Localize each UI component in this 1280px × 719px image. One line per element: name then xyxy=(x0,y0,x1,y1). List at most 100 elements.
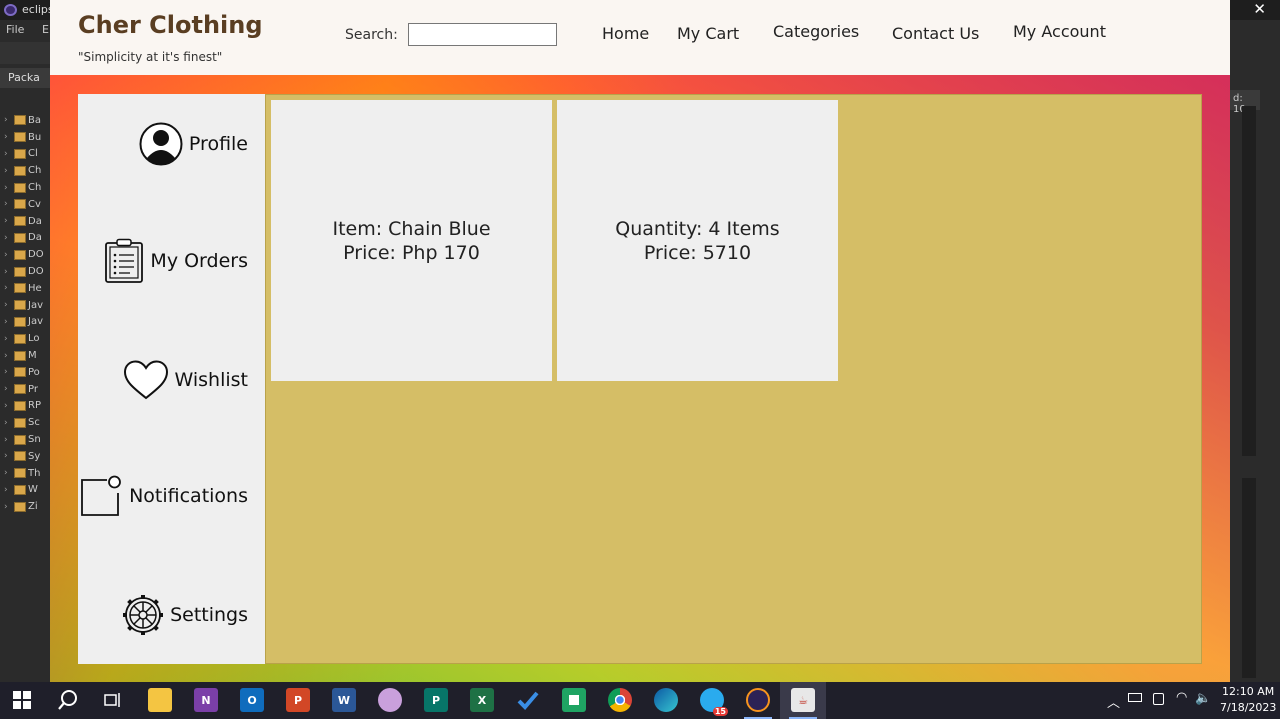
chevron-right-icon[interactable]: › xyxy=(4,267,12,277)
chevron-right-icon[interactable]: › xyxy=(4,317,12,327)
chevron-right-icon[interactable]: › xyxy=(4,435,12,445)
chevron-right-icon[interactable]: › xyxy=(4,418,12,428)
chevron-right-icon[interactable]: › xyxy=(4,401,12,411)
project-tree-item[interactable]: › W xyxy=(4,482,44,499)
chrome-icon[interactable] xyxy=(608,688,632,712)
publisher-icon[interactable]: P xyxy=(424,688,448,712)
project-tree-item[interactable]: › RP xyxy=(4,398,44,415)
sidebar-label-settings: Settings xyxy=(170,604,248,626)
summary-price: Price: 5710 xyxy=(643,241,752,264)
project-tree-item[interactable]: › Bu xyxy=(4,129,44,146)
telegram-badge: 15 xyxy=(712,707,728,716)
edge-icon[interactable] xyxy=(654,688,678,712)
chevron-right-icon[interactable]: › xyxy=(4,183,12,193)
menu-edit[interactable]: E xyxy=(42,23,49,36)
project-tree-item[interactable]: › Jav xyxy=(4,297,44,314)
chevron-right-icon[interactable]: › xyxy=(4,233,12,243)
excel-icon[interactable]: X xyxy=(470,688,494,712)
project-tree-item[interactable]: › Lo xyxy=(4,330,44,347)
telegram-icon[interactable]: 15 xyxy=(700,688,728,716)
nav-contact-us[interactable]: Contact Us xyxy=(892,24,979,43)
file-explorer-icon[interactable] xyxy=(148,688,172,712)
chevron-right-icon[interactable]: › xyxy=(4,502,12,512)
chevron-right-icon[interactable]: › xyxy=(4,384,12,394)
word-icon[interactable]: W xyxy=(332,688,356,712)
sidebar-item-profile[interactable]: Profile xyxy=(139,122,248,166)
sidebar-item-my-orders[interactable]: My Orders xyxy=(104,238,248,284)
project-tree-item[interactable]: › Po xyxy=(4,364,44,381)
project-tree-item[interactable]: › Da xyxy=(4,213,44,230)
project-tree-item[interactable]: › Cl xyxy=(4,146,44,163)
chevron-right-icon[interactable]: › xyxy=(4,199,12,209)
device-icon[interactable] xyxy=(1153,693,1164,705)
project-folder-icon xyxy=(14,384,26,395)
chevron-right-icon[interactable]: › xyxy=(4,149,12,159)
todo-icon[interactable] xyxy=(516,688,540,712)
scrollbar[interactable] xyxy=(1242,106,1256,456)
show-hidden-icons-icon[interactable]: ︿ xyxy=(1107,692,1120,711)
battery-icon[interactable] xyxy=(1128,693,1142,702)
clock-time[interactable]: 12:10 AM xyxy=(1222,685,1274,698)
project-tree-item[interactable]: › He xyxy=(4,280,44,297)
project-tree-label: Sy xyxy=(28,450,41,462)
outlook-icon[interactable]: O xyxy=(240,688,264,712)
nav-my-account[interactable]: My Account xyxy=(1013,22,1106,41)
project-tree-item[interactable]: › DO xyxy=(4,246,44,263)
sidebar-item-wishlist[interactable]: Wishlist xyxy=(123,360,248,400)
project-tree-item[interactable]: › Ch xyxy=(4,179,44,196)
eclipse-icon[interactable] xyxy=(746,688,770,712)
project-tree-item[interactable]: › Ch xyxy=(4,162,44,179)
chevron-right-icon[interactable]: › xyxy=(4,485,12,495)
project-tree-item[interactable]: › DO xyxy=(4,263,44,280)
search-icon[interactable] xyxy=(56,688,80,712)
nav-home[interactable]: Home xyxy=(602,24,649,43)
project-tree-item[interactable]: › Pr xyxy=(4,381,44,398)
chevron-right-icon[interactable]: › xyxy=(4,166,12,176)
project-tree-item[interactable]: › M xyxy=(4,347,44,364)
onenote-icon[interactable]: N xyxy=(194,688,218,712)
close-icon[interactable]: ✕ xyxy=(1253,0,1266,18)
paint-icon[interactable] xyxy=(378,688,402,712)
sheets-icon[interactable] xyxy=(562,688,586,712)
java-icon[interactable]: ☕ xyxy=(791,688,815,712)
chevron-right-icon[interactable]: › xyxy=(4,334,12,344)
volume-icon[interactable]: 🔈 xyxy=(1195,691,1211,706)
chevron-right-icon[interactable]: › xyxy=(4,367,12,377)
project-tree-item[interactable]: › Zi xyxy=(4,498,44,515)
sidebar: Profile My Orders Wishlist Notifications… xyxy=(78,94,266,664)
powerpoint-icon[interactable]: P xyxy=(286,688,310,712)
package-explorer-tab[interactable]: Packa xyxy=(0,68,50,88)
project-tree-label: Bu xyxy=(28,131,42,143)
clock-date[interactable]: 7/18/2023 xyxy=(1220,701,1276,714)
item-card[interactable]: Item: Chain Blue Price: Php 170 xyxy=(271,100,552,381)
chevron-right-icon[interactable]: › xyxy=(4,250,12,260)
project-tree-item[interactable]: › Jav xyxy=(4,314,44,331)
chevron-right-icon[interactable]: › xyxy=(4,351,12,361)
project-tree-item[interactable]: › Ba xyxy=(4,112,44,129)
project-tree-label: He xyxy=(28,282,42,294)
wifi-icon[interactable]: ◠ xyxy=(1176,690,1187,705)
summary-card[interactable]: Quantity: 4 Items Price: 5710 xyxy=(557,100,838,381)
chevron-right-icon[interactable]: › xyxy=(4,283,12,293)
chevron-right-icon[interactable]: › xyxy=(4,132,12,142)
project-tree-item[interactable]: › Cv xyxy=(4,196,44,213)
sidebar-item-settings[interactable]: Settings xyxy=(122,594,248,636)
chevron-right-icon[interactable]: › xyxy=(4,115,12,125)
windows-start-icon[interactable] xyxy=(10,688,34,712)
project-tree-item[interactable]: › Sn xyxy=(4,431,44,448)
chevron-right-icon[interactable]: › xyxy=(4,468,12,478)
project-tree-item[interactable]: › Sy xyxy=(4,448,44,465)
scrollbar[interactable] xyxy=(1242,478,1256,678)
project-tree-item[interactable]: › Th xyxy=(4,465,44,482)
chevron-right-icon[interactable]: › xyxy=(4,451,12,461)
project-tree-item[interactable]: › Da xyxy=(4,230,44,247)
search-input[interactable] xyxy=(408,23,557,46)
nav-my-cart[interactable]: My Cart xyxy=(677,24,739,43)
sidebar-item-notifications[interactable]: Notifications xyxy=(79,474,248,518)
task-view-icon[interactable] xyxy=(100,688,124,712)
chevron-right-icon[interactable]: › xyxy=(4,300,12,310)
nav-categories[interactable]: Categories xyxy=(773,22,859,41)
project-tree-item[interactable]: › Sc xyxy=(4,414,44,431)
menu-file[interactable]: File xyxy=(6,23,24,36)
chevron-right-icon[interactable]: › xyxy=(4,216,12,226)
